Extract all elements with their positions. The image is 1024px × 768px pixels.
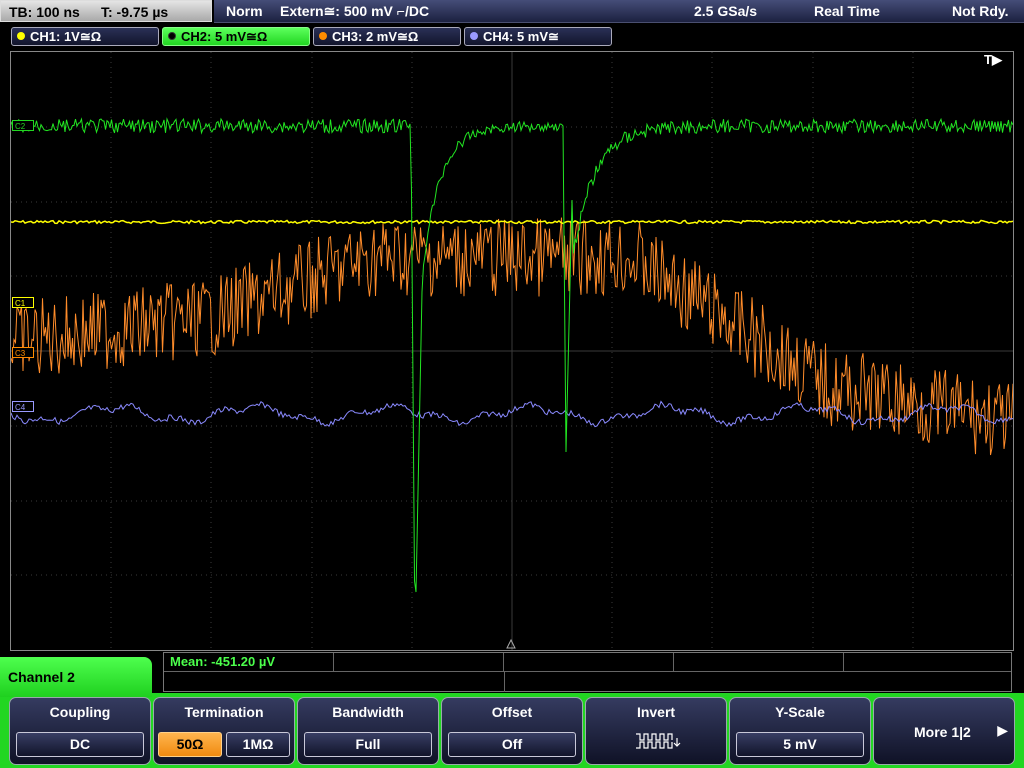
channel-tab-ch2[interactable]: CH2: 5 mV≅Ω <box>162 27 310 46</box>
ch4-marker-label: C4 <box>15 403 26 412</box>
measurement-cell <box>674 653 844 672</box>
ch1-marker-label: C1 <box>15 299 26 308</box>
bandwidth-softkey[interactable]: Bandwidth Full <box>297 697 439 765</box>
invert-softkey[interactable]: Invert <box>585 697 727 765</box>
ch2-offset-marker[interactable]: C2 <box>12 120 35 131</box>
channel-tab-ch3-label: CH3: 2 mV≅Ω <box>332 29 419 44</box>
ch3-offset-marker[interactable]: C3 <box>12 347 35 358</box>
ch2-color-dot <box>168 32 176 40</box>
channel-tab-ch1-label: CH1: 1V≅Ω <box>30 29 102 44</box>
coupling-title: Coupling <box>49 704 111 720</box>
channel-tab-ch3[interactable]: CH3: 2 mV≅Ω <box>313 27 461 46</box>
ch4-color-dot <box>470 32 478 40</box>
ch3-marker-label: C3 <box>15 349 26 358</box>
coupling-softkey[interactable]: Coupling DC <box>9 697 151 765</box>
bandwidth-value-button[interactable]: Full <box>304 732 432 757</box>
bandwidth-title: Bandwidth <box>332 704 404 720</box>
timebase-readout: TB: 100 ns <box>9 4 80 20</box>
measurement-cell <box>844 653 1011 672</box>
ch4-offset-marker[interactable]: C4 <box>12 401 35 412</box>
channel-tab-ch4-label: CH4: 5 mV≅ <box>483 29 559 44</box>
waveform-display <box>11 52 1013 650</box>
mean-measurement: Mean: -451.20 µV <box>170 654 276 669</box>
measurement-panel[interactable]: Mean: -451.20 µV <box>163 652 1012 692</box>
termination-50ohm-button[interactable]: 50Ω <box>158 732 222 757</box>
more-softkey[interactable]: More 1|2 ▶ <box>873 697 1015 765</box>
page-right-arrow-icon: ▶ <box>997 722 1008 738</box>
measurement-cell <box>504 653 674 672</box>
offset-value-button[interactable]: Off <box>448 732 576 757</box>
menu-title: Channel 2 <box>0 657 152 697</box>
invert-waveform-icon <box>636 733 681 749</box>
termination-softkey[interactable]: Termination 50Ω 1MΩ <box>153 697 295 765</box>
invert-title: Invert <box>636 704 676 720</box>
trigger-source: Extern≅: 500 mV ⌐/DC <box>280 3 430 19</box>
ch2-marker-label: C2 <box>15 122 26 131</box>
y-scale-title: Y-Scale <box>775 704 825 720</box>
termination-1mohm-button[interactable]: 1MΩ <box>226 732 290 757</box>
y-scale-softkey[interactable]: Y-Scale 5 mV <box>729 697 871 765</box>
ch1-color-dot <box>17 32 25 40</box>
offset-softkey[interactable]: Offset Off <box>441 697 583 765</box>
coupling-value-button[interactable]: DC <box>16 732 144 757</box>
trigger-mode: Norm <box>226 3 263 19</box>
channel-tab-ch1[interactable]: CH1: 1V≅Ω <box>11 27 159 46</box>
measurement-divider <box>504 672 505 692</box>
channel-tab-ch2-label: CH2: 5 mV≅Ω <box>181 29 268 44</box>
more-label: More 1|2 <box>914 724 971 740</box>
trigger-offscreen-indicator: T▶ <box>984 52 1002 67</box>
acquisition-mode: Real Time <box>814 3 880 19</box>
graticule <box>11 52 1013 650</box>
measurement-cell <box>334 653 504 672</box>
sample-rate: 2.5 GSa/s <box>694 3 758 19</box>
trigger-info-box[interactable]: Norm Extern≅: 500 mV ⌐/DC 2.5 GSa/s Real… <box>214 0 1024 23</box>
termination-title: Termination <box>184 704 264 720</box>
offset-title: Offset <box>491 704 533 720</box>
channel-tab-ch4[interactable]: CH4: 5 mV≅ <box>464 27 612 46</box>
ch3-color-dot <box>319 32 327 40</box>
status-bar: TB: 100 ns T: -9.75 µs Norm Extern≅: 500… <box>0 0 1024 24</box>
acquisition-state: Not Rdy. <box>952 3 1009 19</box>
ch1-offset-marker[interactable]: C1 <box>12 297 35 308</box>
trigger-time-readout: T: -9.75 µs <box>101 4 169 20</box>
trigger-position-marker <box>506 638 516 649</box>
timebase-box[interactable]: TB: 100 ns T: -9.75 µs <box>0 0 212 22</box>
y-scale-value-button[interactable]: 5 mV <box>736 732 864 757</box>
